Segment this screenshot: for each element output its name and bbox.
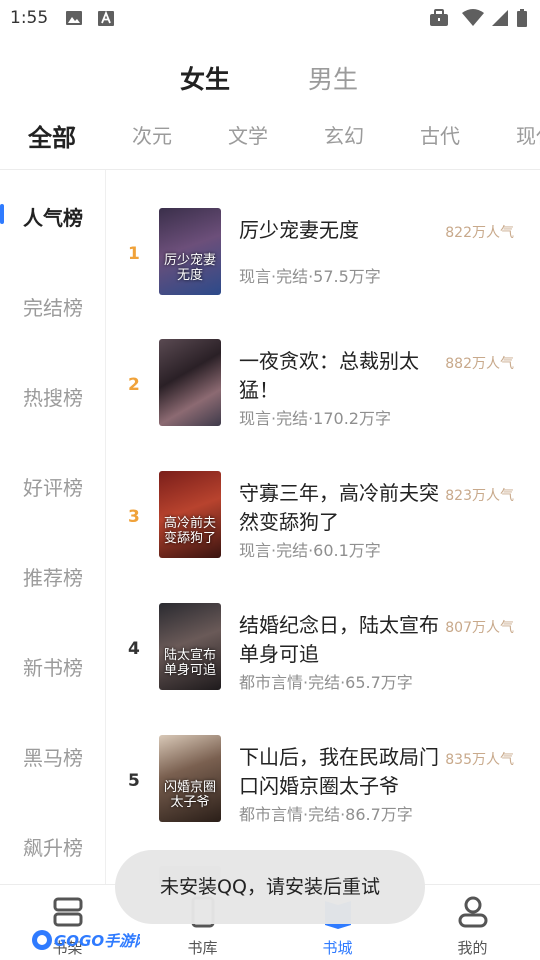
- nav-label: 我的: [457, 939, 488, 957]
- book-item[interactable]: 3 高冷前夫变舔狗了 守寡三年，高冷前夫突然变舔狗了 现言·完结·60.1万字 …: [106, 471, 540, 591]
- category-tab-all[interactable]: 全部: [28, 118, 76, 153]
- book-popularity: 835万人气: [445, 752, 514, 768]
- book-rank: 1: [128, 244, 140, 264]
- battery-icon: [517, 9, 527, 27]
- profile-icon: [458, 896, 487, 928]
- book-cover[interactable]: 高冷前夫变舔狗了: [159, 471, 221, 558]
- book-cover[interactable]: 闪婚京圈太子爷: [159, 735, 221, 822]
- cover-title: 陆太宣布单身可追: [163, 648, 216, 678]
- cover-title: 厉少宠妻无度: [163, 253, 216, 283]
- status-time: 1:55: [10, 8, 49, 28]
- book-cover[interactable]: 陆太宣布单身可追: [159, 603, 221, 690]
- book-meta: 现言·完结·60.1万字: [239, 541, 381, 560]
- book-meta: 都市言情·完结·86.7万字: [239, 805, 413, 824]
- book-title: 厉少宠妻无度: [239, 218, 359, 242]
- sidebar-item-completed[interactable]: 完结榜: [0, 292, 106, 321]
- book-item[interactable]: 5 闪婚京圈太子爷 下山后，我在民政局门口闪婚京圈太子爷 都市言情·完结·86.…: [106, 735, 540, 855]
- book-meta: 都市言情·完结·65.7万字: [239, 673, 413, 692]
- book-rank: 4: [128, 639, 140, 659]
- category-tabs: 全部 次元 文学 玄幻 古代 现代: [0, 112, 540, 162]
- book-item[interactable]: 4 陆太宣布单身可追 结婚纪念日，陆太宣布单身可追 都市言情·完结·65.7万字…: [106, 603, 540, 723]
- wifi-icon: [462, 9, 484, 26]
- book-meta: 现言·完结·170.2万字: [239, 409, 391, 428]
- sidebar-item-new-books[interactable]: 新书榜: [0, 652, 106, 681]
- gender-tab-female[interactable]: 女生: [180, 60, 230, 96]
- category-tab-fantasy[interactable]: 玄幻: [324, 120, 364, 149]
- book-item[interactable]: 1 厉少宠妻无度 厉少宠妻无度 现言·完结·57.5万字 822万人气: [106, 208, 540, 328]
- sidebar-item-recommended[interactable]: 推荐榜: [0, 562, 106, 591]
- book-item[interactable]: 2 一夜贪欢：总裁别太猛！ 现言·完结·170.2万字 882万人气: [106, 339, 540, 459]
- book-popularity: 822万人气: [445, 225, 514, 241]
- book-popularity: 882万人气: [445, 356, 514, 372]
- sidebar-item-rising[interactable]: 飙升榜: [0, 832, 106, 861]
- gender-tab-male[interactable]: 男生: [308, 60, 358, 96]
- nav-item-profile[interactable]: 我的: [405, 885, 540, 960]
- book-popularity: 807万人气: [445, 620, 514, 636]
- text-a-icon: [98, 10, 114, 26]
- bookshelf-icon: [53, 897, 82, 927]
- sidebar-item-top-rated[interactable]: 好评榜: [0, 472, 106, 501]
- book-title: 下山后，我在民政局门口闪婚京圈太子爷: [239, 745, 439, 798]
- book-rank: 2: [128, 375, 140, 395]
- book-rank: 5: [128, 771, 140, 791]
- category-tab-literature[interactable]: 文学: [228, 120, 268, 149]
- book-title: 守寡三年，高冷前夫突然变舔狗了: [239, 481, 439, 534]
- sidebar-item-hot-search[interactable]: 热搜榜: [0, 382, 106, 411]
- signal-icon: [492, 10, 508, 26]
- book-cover[interactable]: [159, 339, 221, 426]
- cover-title: 闪婚京圈太子爷: [163, 780, 216, 810]
- svg-text:GOGO手游网: GOGO手游网: [54, 932, 140, 950]
- book-cover[interactable]: 厉少宠妻无度: [159, 208, 221, 295]
- category-tab-ciyuan[interactable]: 次元: [132, 120, 172, 149]
- book-popularity: 823万人气: [445, 488, 514, 504]
- toast-message: 未安装QQ，请安装后重试: [115, 850, 425, 924]
- sidebar-item-popular[interactable]: 人气榜: [0, 202, 106, 231]
- nav-label: 书城: [322, 939, 353, 957]
- category-tab-ancient[interactable]: 古代: [420, 120, 460, 149]
- book-meta: 现言·完结·57.5万字: [239, 267, 381, 286]
- image-icon: [66, 11, 82, 25]
- ranking-sidebar: 人气榜 完结榜 热搜榜 好评榜 推荐榜 新书榜 黑马榜 飙升榜: [0, 170, 106, 884]
- book-title: 结婚纪念日，陆太宣布单身可追: [239, 613, 439, 666]
- book-title: 一夜贪欢：总裁别太猛！: [239, 349, 419, 402]
- nav-label: 书库: [187, 939, 218, 957]
- status-bar: 1:55: [0, 0, 540, 36]
- cover-title: 高冷前夫变舔狗了: [163, 516, 216, 546]
- category-tab-modern[interactable]: 现代: [516, 120, 540, 149]
- sidebar-item-dark-horse[interactable]: 黑马榜: [0, 742, 106, 771]
- briefcase-icon: [430, 9, 448, 26]
- book-rank: 3: [128, 507, 140, 527]
- site-watermark-logo: GOGO手游网: [30, 926, 152, 954]
